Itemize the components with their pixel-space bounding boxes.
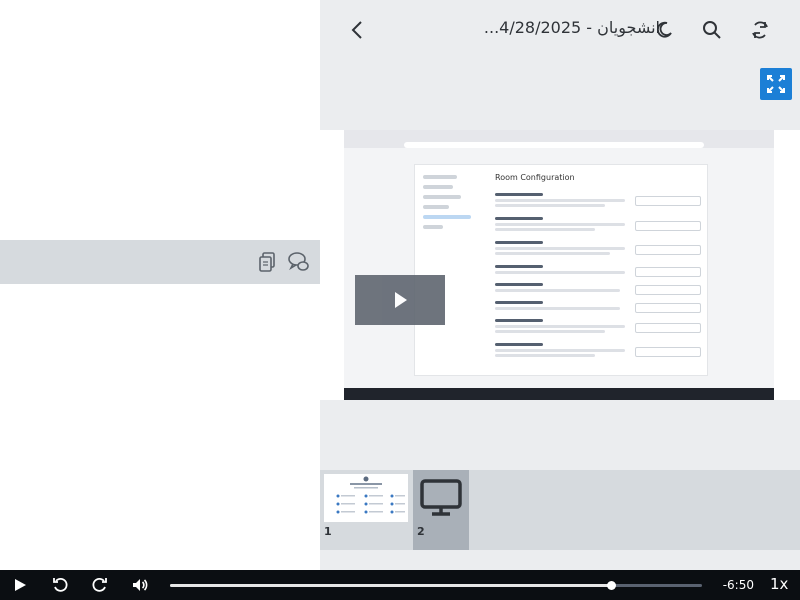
chat-bubbles-icon[interactable] [287, 250, 311, 274]
address-bar [404, 142, 704, 148]
thumbnail-number: 2 [417, 525, 425, 538]
fullscreen-button[interactable] [760, 68, 792, 100]
play-icon[interactable] [11, 576, 29, 594]
progress-handle[interactable] [607, 581, 617, 590]
os-taskbar [344, 388, 774, 400]
play-overlay-button[interactable] [355, 275, 445, 325]
play-icon [395, 292, 407, 308]
chevron-left-icon[interactable] [346, 18, 370, 42]
search-icon[interactable] [700, 18, 724, 42]
thumbnail-2[interactable]: 2 [413, 470, 469, 550]
playback-speed-button[interactable]: 1x [770, 575, 788, 593]
left-pane [0, 0, 320, 570]
expand-icon [767, 75, 785, 93]
rewind-icon[interactable] [51, 576, 69, 594]
thumbnail-1[interactable]: 1 [320, 470, 412, 550]
thumbnail-number: 1 [324, 525, 332, 538]
settings-card: Room Configuration [414, 164, 708, 376]
presentation-header: ...انشجويان - 4/28/2025 [320, 0, 800, 60]
presentation-pane: ...انشجويان - 4/28/2025 Room Configurati… [320, 0, 800, 570]
page-title: ...انشجويان - 4/28/2025 [483, 18, 660, 37]
moon-icon[interactable] [652, 18, 676, 42]
time-remaining: -6:50 [722, 578, 754, 592]
copy-icon[interactable] [256, 250, 280, 274]
slide-heading: Room Configuration [495, 173, 575, 182]
volume-icon[interactable] [131, 576, 149, 594]
sync-icon[interactable] [748, 18, 772, 42]
monitor-icon [420, 479, 462, 516]
slide-thumbnail-image [324, 474, 408, 522]
forward-icon[interactable] [91, 576, 109, 594]
progress-bar[interactable] [170, 581, 702, 590]
chat-toolbar [0, 240, 320, 284]
shared-screen-image: Room Configuration [344, 130, 774, 400]
slide-thumbnails: 1 2 [320, 470, 800, 550]
progress-fill [170, 584, 612, 587]
video-area[interactable]: Room Configuration [320, 130, 800, 400]
